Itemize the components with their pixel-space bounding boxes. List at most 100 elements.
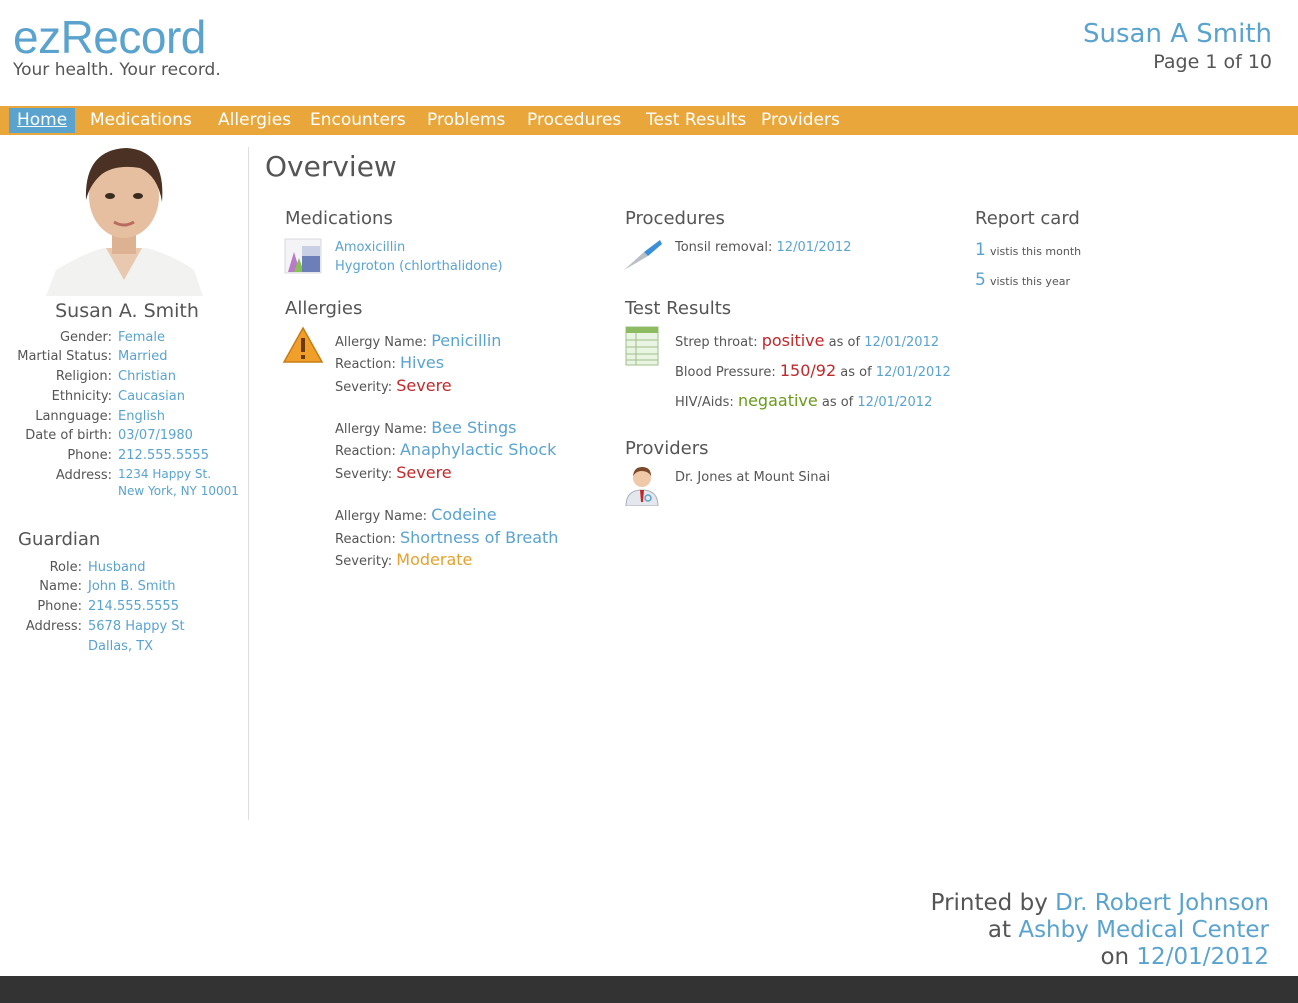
report-card-title: Report card: [975, 208, 1080, 229]
nav-providers[interactable]: Providers: [753, 108, 848, 133]
detail-value: English: [118, 409, 165, 424]
page-indicator: Page 1 of 10: [1153, 51, 1272, 73]
brand-logo: ezRecord Your health. Your record.: [13, 10, 221, 80]
allergy-name[interactable]: Bee Stings: [431, 418, 516, 437]
detail-label: Date of birth:: [25, 428, 112, 443]
allergy-reaction-label: Reaction:: [335, 532, 396, 547]
detail-label: Address:: [55, 468, 112, 483]
allergy-reaction-row: Reaction: Anaphylactic Shock: [335, 440, 556, 459]
providers-title: Providers: [625, 438, 709, 459]
guardian-title: Guardian: [18, 529, 101, 550]
report-count: 5: [975, 270, 986, 290]
doctor-icon: [624, 464, 660, 507]
allergy-name[interactable]: Codeine: [431, 505, 496, 524]
brand-name: ezRecord: [13, 11, 206, 63]
test-label: Strep throat:: [675, 335, 758, 350]
allergy-reaction-row: Reaction: Hives: [335, 353, 444, 372]
patient-photo: [46, 140, 203, 296]
allergy-reaction-row: Reaction: Shortness of Breath: [335, 528, 558, 547]
brand-tagline: Your health. Your record.: [13, 60, 221, 80]
scalpel-icon: [622, 238, 664, 272]
as-of-label: as of: [821, 395, 854, 410]
detail-label: Gender:: [59, 330, 112, 345]
detail-label: Ethnicity:: [51, 389, 112, 404]
nav-test-results[interactable]: Test Results: [638, 108, 754, 133]
detail-label: Phone:: [67, 448, 112, 463]
allergy-reaction[interactable]: Anaphylactic Shock: [400, 440, 556, 459]
allergy-name-row: Allergy Name: Codeine: [335, 505, 497, 524]
procedures-title: Procedures: [625, 208, 725, 229]
guardian-address-line-2: Dallas, TX: [88, 639, 154, 654]
allergy-severity-row: Severity: Severe: [335, 463, 452, 482]
test-label: HIV/Aids:: [675, 395, 734, 410]
medications-title: Medications: [285, 208, 393, 229]
detail-value: Christian: [118, 369, 176, 384]
nav-problems[interactable]: Problems: [419, 108, 513, 133]
guardian-value: Husband: [88, 560, 146, 575]
allergy-name-row: Allergy Name: Penicillin: [335, 331, 501, 350]
spreadsheet-icon: [624, 325, 660, 367]
guardian-label: Phone:: [37, 599, 82, 614]
print-footer: Printed by Dr. Robert Johnson at Ashby M…: [931, 890, 1269, 971]
allergy-reaction-label: Reaction:: [335, 444, 396, 459]
allergy-name-row: Allergy Name: Bee Stings: [335, 418, 516, 437]
allergy-name[interactable]: Penicillin: [431, 331, 501, 350]
sidebar-divider: [248, 147, 249, 820]
allergy-reaction[interactable]: Shortness of Breath: [400, 528, 558, 547]
guardian-value: John B. Smith: [88, 579, 176, 594]
detail-label: Lannguage:: [35, 409, 112, 424]
medications-icon: [284, 238, 322, 274]
nav-medications[interactable]: Medications: [82, 108, 200, 133]
printed-at-location: Ashby Medical Center: [1018, 917, 1269, 943]
patient-name: Susan A. Smith: [55, 300, 199, 322]
guardian-label: Address:: [25, 619, 82, 634]
test-result: negaative: [737, 391, 818, 410]
provider-link[interactable]: Dr. Jones at Mount Sinai: [675, 470, 830, 485]
test-date[interactable]: 12/01/2012: [876, 365, 951, 380]
nav-allergies[interactable]: Allergies: [210, 108, 299, 133]
procedure-date[interactable]: 12/01/2012: [777, 240, 852, 255]
printed-at-line: at Ashby Medical Center: [931, 917, 1269, 944]
test-result: 150/92: [779, 361, 837, 380]
allergy-severity: Severe: [396, 463, 452, 482]
test-results-title: Test Results: [625, 298, 732, 319]
header-patient-name: Susan A Smith: [1083, 19, 1272, 49]
test-date[interactable]: 12/01/2012: [864, 335, 939, 350]
detail-label: Martial Status:: [17, 349, 112, 364]
guardian-address-line-1: 5678 Happy St: [88, 619, 185, 634]
report-label: vistis this year: [989, 275, 1070, 288]
guardian-value: 214.555.5555: [88, 599, 179, 614]
test-result-row: Strep throat: positive as of 12/01/2012: [675, 331, 939, 350]
allergy-severity-row: Severity: Severe: [335, 376, 452, 395]
allergy-severity-label: Severity:: [335, 467, 393, 482]
report-card-row: 1 vistis this month: [975, 240, 1081, 260]
allergy-name-label: Allergy Name:: [335, 509, 428, 524]
procedure-label: Tonsil removal:: [675, 240, 773, 255]
main-nav: Home Medications Allergies Encounters Pr…: [0, 106, 1298, 135]
printed-by-label: Printed by: [930, 890, 1048, 916]
nav-procedures[interactable]: Procedures: [519, 108, 629, 133]
allergy-severity: Moderate: [396, 550, 473, 569]
test-label: Blood Pressure:: [675, 365, 776, 380]
allergies-title: Allergies: [285, 298, 363, 319]
patient-header: Susan A Smith Page 1 of 10: [1083, 18, 1272, 74]
printed-on-date: 12/01/2012: [1136, 944, 1269, 970]
address-line-2: New York, NY 10001: [118, 484, 239, 498]
test-result: positive: [761, 331, 825, 350]
nav-encounters[interactable]: Encounters: [302, 108, 414, 133]
report-count: 1: [975, 240, 986, 260]
medication-link[interactable]: Amoxicillin: [335, 240, 405, 255]
allergy-reaction[interactable]: Hives: [400, 353, 444, 372]
test-date[interactable]: 12/01/2012: [857, 395, 932, 410]
allergy-severity-label: Severity:: [335, 554, 393, 569]
report-label: vistis this month: [989, 245, 1082, 258]
test-result-row: Blood Pressure: 150/92 as of 12/01/2012: [675, 361, 951, 380]
printed-on-line: on 12/01/2012: [931, 944, 1269, 971]
nav-home[interactable]: Home: [9, 108, 76, 133]
guardian-label: Name:: [39, 579, 82, 594]
printed-by-line: Printed by Dr. Robert Johnson: [931, 890, 1269, 917]
printed-on-label: on: [1100, 944, 1130, 970]
as-of-label: as of: [840, 365, 872, 380]
medication-link[interactable]: Hygroton (chlorthalidone): [335, 259, 503, 274]
as-of-label: as of: [828, 335, 861, 350]
